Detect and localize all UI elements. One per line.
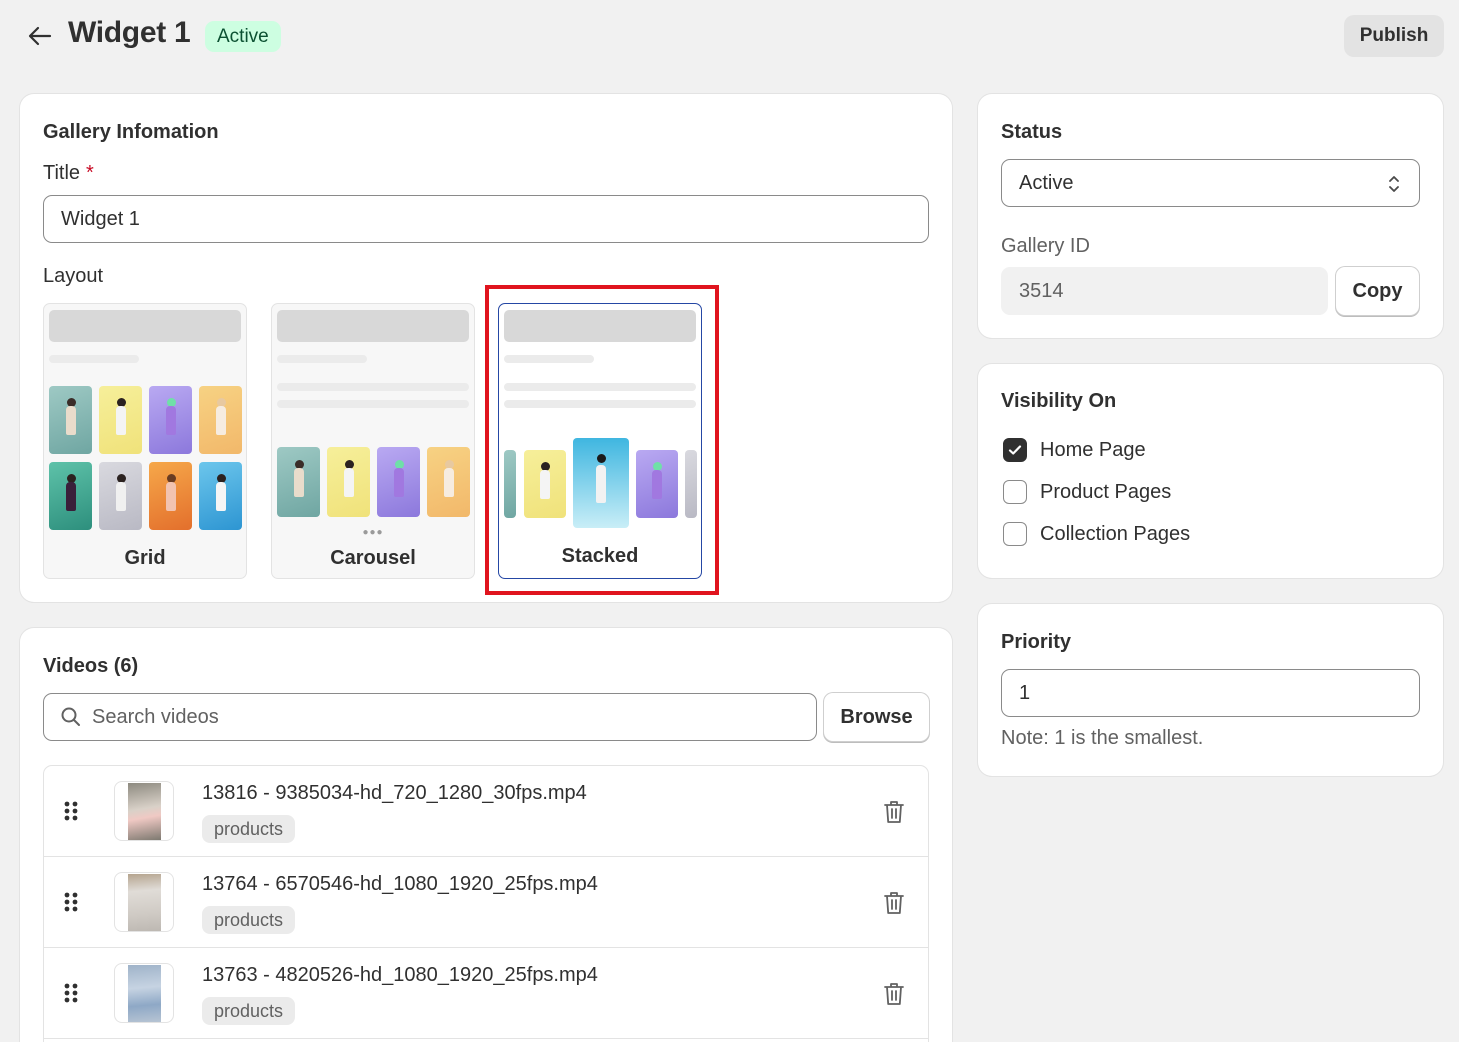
gallery-id-field: 3514 (1001, 267, 1328, 315)
grid-thumbnail (99, 386, 142, 454)
grid-thumbnail (149, 462, 192, 530)
status-select-value: Active (1019, 171, 1074, 194)
drag-handle-icon[interactable] (62, 982, 80, 1004)
grid-thumbnail (99, 462, 142, 530)
grid-thumbnail (49, 462, 92, 530)
status-badge: Active (205, 21, 281, 52)
drag-handle-icon[interactable] (62, 891, 80, 913)
stacked-thumbnail (685, 450, 697, 518)
carousel-thumbnail (377, 447, 420, 517)
drag-handle-icon[interactable] (62, 800, 80, 822)
layout-option-label: Grid (124, 547, 166, 569)
skeleton-line (277, 383, 469, 391)
grid-thumbnail (199, 462, 242, 530)
checkbox-unchecked[interactable] (1003, 480, 1027, 504)
carousel-dots: ●●● (362, 527, 384, 538)
visibility-heading: Visibility On (1001, 390, 1117, 412)
video-thumbnail (114, 872, 174, 932)
copy-button[interactable]: Copy (1336, 267, 1419, 315)
stacked-thumbnail (636, 450, 678, 518)
layout-option-grid[interactable]: Grid (43, 303, 247, 579)
video-row: 13763 - 4820526-hd_1080_1920_25fps.mp4 p… (44, 948, 928, 1039)
video-name: 13764 - 6570546-hd_1080_1920_25fps.mp4 (202, 873, 598, 895)
video-name: 13763 - 4820526-hd_1080_1920_25fps.mp4 (202, 964, 598, 986)
checkbox-label: Home Page (1040, 438, 1146, 461)
stacked-thumbnail (504, 450, 516, 518)
video-tag: products (202, 997, 296, 1025)
carousel-thumbnail (327, 447, 370, 517)
checkbox-home-page[interactable]: Home Page (1003, 437, 1146, 463)
checkbox-collection-pages[interactable]: Collection Pages (1003, 521, 1190, 547)
arrow-left-icon (28, 26, 52, 46)
status-select[interactable]: Active (1001, 159, 1420, 207)
layout-option-label: Carousel (330, 547, 416, 569)
checkbox-product-pages[interactable]: Product Pages (1003, 479, 1171, 505)
videos-heading: Videos (6) (43, 655, 139, 677)
title-label-text: Title (43, 162, 81, 184)
checkmark-icon (1008, 445, 1022, 455)
skeleton-line (277, 355, 367, 363)
title-label: Title * (43, 162, 94, 185)
video-list: 13816 - 9385034-hd_720_1280_30fps.mp4 pr… (43, 765, 929, 1042)
skeleton-header (504, 310, 696, 342)
priority-heading: Priority (1001, 631, 1072, 653)
skeleton-line (504, 383, 696, 391)
priority-note: Note: 1 is the smallest. (1001, 727, 1204, 749)
trash-icon[interactable] (882, 799, 906, 825)
priority-input-value: 1 (1019, 681, 1031, 704)
checkbox-checked[interactable] (1003, 438, 1027, 462)
trash-icon[interactable] (882, 981, 906, 1007)
layout-option-carousel[interactable]: ●●● Carousel (271, 303, 475, 579)
checkbox-label: Product Pages (1040, 480, 1172, 503)
grid-thumbnail (49, 386, 92, 454)
checkbox-label: Collection Pages (1040, 522, 1191, 545)
video-tag: products (202, 906, 296, 934)
video-thumbnail (114, 781, 174, 841)
video-name: 13816 - 9385034-hd_720_1280_30fps.mp4 (202, 782, 587, 804)
skeleton-line (504, 355, 594, 363)
carousel-thumbnail (277, 447, 320, 517)
grid-thumbnail (149, 386, 192, 454)
stacked-thumbnail-main (573, 438, 629, 528)
video-row: 13764 - 6570546-hd_1080_1920_25fps.mp4 p… (44, 857, 928, 948)
layout-option-label: Stacked (561, 545, 639, 567)
page-title: Widget 1 (68, 16, 191, 49)
publish-button[interactable]: Publish (1344, 15, 1444, 57)
search-input[interactable]: Search videos (43, 693, 817, 741)
select-arrows-icon (1389, 176, 1399, 192)
search-icon (61, 707, 80, 726)
skeleton-line (277, 400, 469, 408)
layout-label: Layout (43, 265, 104, 287)
stacked-thumbnail (524, 450, 566, 518)
video-thumbnail (114, 963, 174, 1023)
title-input[interactable]: Widget 1 (43, 195, 929, 243)
trash-icon[interactable] (882, 890, 906, 916)
checkbox-unchecked[interactable] (1003, 522, 1027, 546)
title-input-value: Widget 1 (61, 207, 140, 230)
gallery-info-heading: Gallery Infomation (43, 121, 219, 143)
video-tag: products (202, 815, 296, 843)
search-placeholder: Search videos (92, 705, 219, 728)
video-row: 13816 - 9385034-hd_720_1280_30fps.mp4 pr… (44, 766, 928, 857)
browse-button[interactable]: Browse (824, 693, 929, 741)
priority-input[interactable]: 1 (1001, 669, 1420, 717)
back-button[interactable] (22, 20, 58, 52)
skeleton-header (277, 310, 469, 342)
skeleton-header (49, 310, 241, 342)
gallery-id-label: Gallery ID (1001, 235, 1090, 257)
layout-option-stacked[interactable]: Stacked (498, 303, 702, 579)
skeleton-line (504, 400, 696, 408)
carousel-thumbnail (427, 447, 470, 517)
grid-thumbnail (199, 386, 242, 454)
status-heading: Status (1001, 121, 1063, 143)
skeleton-line (49, 355, 139, 363)
required-mark: * (86, 162, 94, 184)
